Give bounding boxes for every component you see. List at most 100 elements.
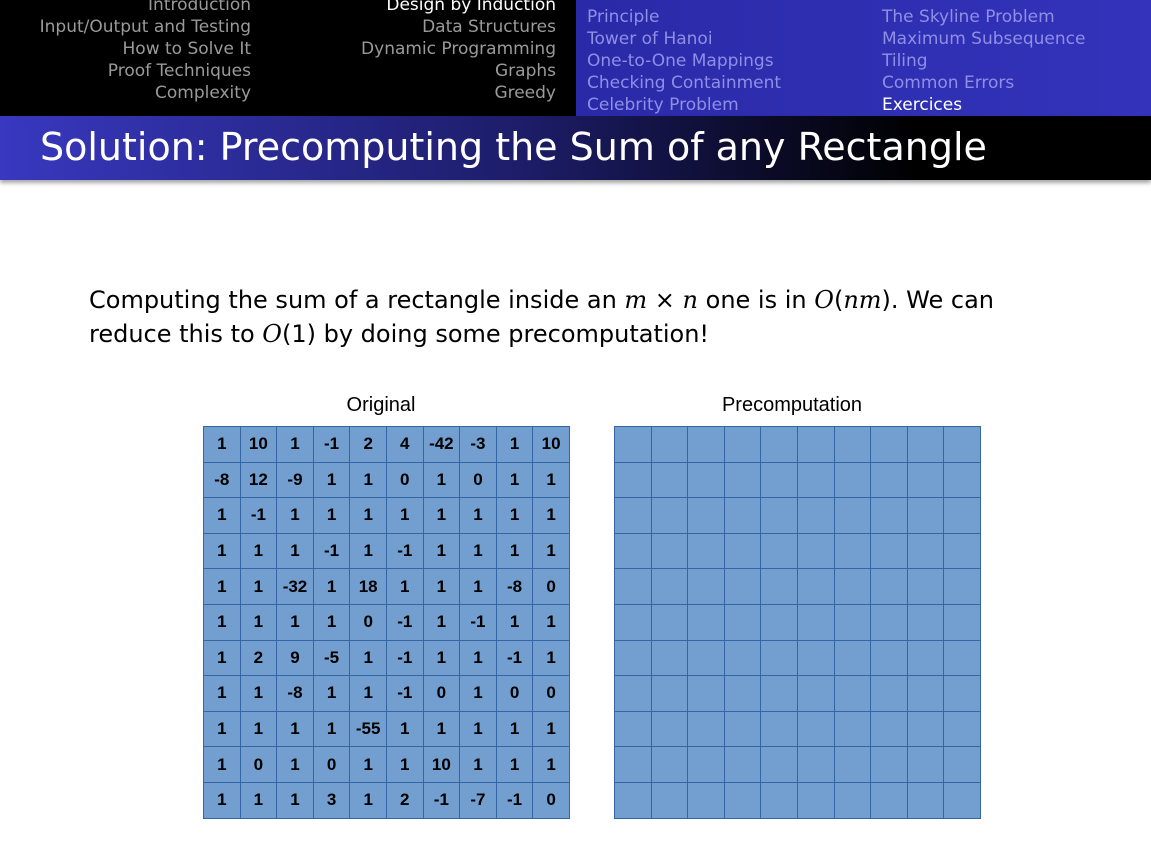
nav-subsection-item-3[interactable]: Checking Containment [587,72,781,94]
nav-subsection-item-0[interactable]: Principle [587,6,781,28]
precomputation-grid-cell [943,639,981,677]
precomputation-grid-cell [870,781,908,819]
precomputation-grid-cell [614,781,652,819]
precomputation-grid-cell [943,497,981,534]
nav-section-item-2[interactable]: How to Solve It [0,38,251,60]
nav-subsection-item-4[interactable]: Celebrity Problem [587,94,781,116]
precomputation-grid-cell [870,675,908,712]
precomputation-grid-cell [796,746,835,783]
precomputation-grid-cell [870,497,908,534]
original-grid-cell: 1 [495,710,534,748]
original-grid-cell: 1 [532,497,570,534]
original-grid-cell: 1 [495,603,534,641]
original-grid-cell: -5 [312,639,351,677]
precomputation-grid-cell [650,603,689,641]
math-big-o: O [262,320,282,348]
precomputation-grid-cell [614,568,652,605]
precomputation-grid-cell [614,675,652,712]
precomputation-grid-cell [614,461,652,499]
precomputation-grid-cell [796,781,835,819]
original-grid-cell: 4 [385,426,424,463]
precomputation-grid-cell [906,461,945,499]
original-grid-cell: 9 [276,639,314,677]
original-grid-cell: 2 [385,781,424,819]
precomputation-grid [614,426,981,819]
nav-section-item-1[interactable]: Data Structures [300,16,556,38]
nav-section-item-4[interactable]: Complexity [0,82,251,104]
precomputation-grid-cell [943,746,981,783]
precomputation-grid-row [614,497,981,534]
nav-section-item-1[interactable]: Input/Output and Testing [0,16,251,38]
original-grid-cell: 1 [203,639,241,677]
original-grid-cell: 1 [349,532,387,570]
original-grid-cell: 1 [495,532,534,570]
nav-subsection-item-1[interactable]: Maximum Subsequence [882,28,1085,50]
nav-section-item-2[interactable]: Dynamic Programming [300,38,556,60]
precomputation-grid-cell [796,710,835,748]
original-grid-cell: 1 [203,675,241,712]
precomputation-grid-cell [650,710,689,748]
nav-section-item-0[interactable]: Design by Induction [300,0,556,16]
nav-subsection-item-3[interactable]: Common Errors [882,72,1085,94]
precomputation-grid-cell [687,675,725,712]
original-grid-cell: 18 [349,568,387,605]
precomputation-grid-cell [723,746,762,783]
precomputation-grid-cell [687,746,725,783]
original-grid-cell: 1 [203,568,241,605]
original-grid-cell: -42 [422,426,461,463]
nav-subsection-item-4[interactable]: Exercices [882,94,1085,116]
original-grid-cell: 1 [349,639,387,677]
nav-section-item-3[interactable]: Proof Techniques [0,60,251,82]
precomputation-grid-cell [723,639,762,677]
precomputation-grid-cell [614,639,652,677]
original-grid-cell: -3 [459,426,497,463]
precomputation-grid-cell [687,568,725,605]
precomputation-grid-cell [650,461,689,499]
nav-section-item-4[interactable]: Greedy [300,82,556,104]
precomputation-grid-cell [833,781,872,819]
original-grid-row: 1 1 1 -1 1 -1 1 1 1 1 [203,532,570,570]
precomputation-grid-cell [943,781,981,819]
nav-subsection-item-0[interactable]: The Skyline Problem [882,6,1085,28]
precomputation-grid-row [614,461,981,499]
precomputation-grid-cell [760,746,798,783]
math-times: × [647,286,683,314]
nav-subsection-item-1[interactable]: Tower of Hanoi [587,28,781,50]
precomputation-grid-row [614,746,981,783]
subsection-list-left: Principle Tower of Hanoi One-to-One Mappin… [587,6,781,116]
slide-paragraph: Computing the sum of a rectangle inside … [89,283,1069,351]
original-grid-row: 1 1 -8 1 1 -1 0 1 0 0 [203,675,570,712]
precomputation-grid-cell [833,639,872,677]
section-list-middle: Design by Induction Data Structures Dynami… [300,0,556,104]
original-grid-cell: 1 [422,710,461,748]
original-grid-cell: 0 [532,675,570,712]
original-grid-cell: 1 [349,497,387,534]
math-nm: nm [843,286,882,314]
precomputation-grid-cell [833,497,872,534]
precomputation-grid-cell [906,497,945,534]
precomputation-grid-row [614,710,981,748]
slide-title-bar: Solution: Precomputing the Sum of any Re… [0,116,1151,180]
nav-subsection-item-2[interactable]: One-to-One Mappings [587,50,781,72]
nav-section-item-3[interactable]: Graphs [300,60,556,82]
precomputation-grid-row [614,532,981,570]
original-grid-cell: 1 [239,781,278,819]
precomputation-grid-cell [943,603,981,641]
precomputation-grid-cell [906,781,945,819]
original-grid-cell: 1 [495,461,534,499]
original-grid-cell: 1 [239,532,278,570]
original-grid-cell: 1 [459,532,497,570]
original-grid-cell: 1 [422,497,461,534]
slide-title: Solution: Precomputing the Sum of any Re… [40,125,987,169]
precomputation-grid-cell [833,461,872,499]
nav-subsection-item-2[interactable]: Tiling [882,50,1085,72]
original-grid-cell: 1 [495,426,534,463]
original-grid-cell: 1 [349,781,387,819]
original-grid-cell: 0 [312,746,351,783]
precomputation-grid-cell [870,639,908,677]
precomputation-grid-cell [760,426,798,463]
precomputation-grid-cell [687,639,725,677]
nav-section-item-0[interactable]: Introduction [0,0,251,16]
section-list-left: Introduction Input/Output and Testing How … [0,0,251,104]
precomputation-grid-cell [760,461,798,499]
